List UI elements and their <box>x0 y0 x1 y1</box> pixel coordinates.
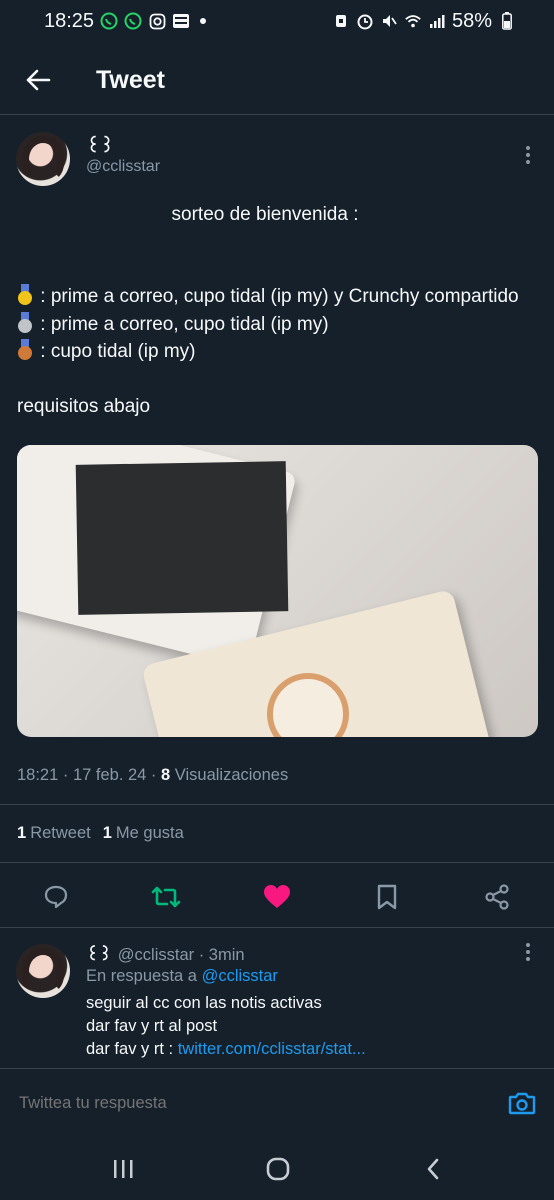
tweet-body: sorteo de bienvenida : : prime a correo,… <box>17 201 537 420</box>
divider <box>0 804 554 805</box>
tweet-line-requirements: requisitos abajo <box>17 395 151 417</box>
reply-line: dar fav y rt al post <box>86 1017 218 1035</box>
notification-dot-icon <box>200 18 207 24</box>
divider <box>0 927 554 928</box>
tweet-image[interactable] <box>17 445 538 737</box>
views-label: Visualizaciones <box>170 766 289 784</box>
reply-input[interactable] <box>17 1093 441 1114</box>
system-back-button[interactable] <box>413 1152 453 1186</box>
likes-stat[interactable]: 1 Me gusta <box>103 824 184 843</box>
user-handle[interactable]: @cclisstar <box>86 158 160 176</box>
retweets-stat[interactable]: 1 Retweet <box>17 824 91 843</box>
tweet-timestamp: 18:21 · 17 feb. 24 · <box>17 766 162 784</box>
home-icon <box>266 1157 290 1181</box>
in-reply-to-prefix: En respuesta a <box>86 967 202 985</box>
reply-avatar[interactable] <box>16 944 70 998</box>
share-button[interactable] <box>482 882 512 912</box>
divider <box>0 114 554 115</box>
retweet-icon <box>151 886 181 908</box>
arrow-left-icon <box>26 69 51 91</box>
tweet-line-silver: : prime a correo, cupo tidal (ip my) <box>35 313 329 335</box>
divider <box>0 862 554 863</box>
share-icon <box>485 884 509 910</box>
more-vertical-icon <box>526 943 530 961</box>
reply-handle-time[interactable]: @cclisstar · 3min <box>118 946 245 964</box>
reply-display-name[interactable]: ꒰꒱ <box>86 946 112 964</box>
camera-button[interactable] <box>506 1087 538 1119</box>
in-reply-to-link[interactable]: @cclisstar <box>202 967 278 985</box>
reply-header: ꒰꒱ @cclisstar · 3min <box>86 943 245 965</box>
views-count: 8 <box>161 766 171 784</box>
tweet-meta: 18:21 · 17 feb. 24 · 8 Visualizaciones <box>17 766 288 785</box>
display-name[interactable]: ꒰꒱ <box>86 134 114 157</box>
status-bar: 18:25 58% <box>0 0 554 42</box>
tweet-line-bronze: : cupo tidal (ip my) <box>35 341 196 362</box>
action-bar <box>0 870 554 924</box>
recent-apps-button[interactable] <box>103 1152 143 1186</box>
instagram-icon <box>148 12 166 30</box>
bookmark-button[interactable] <box>372 882 402 912</box>
mute-icon <box>380 12 398 30</box>
chevron-left-icon <box>427 1158 439 1180</box>
more-vertical-icon <box>526 146 530 164</box>
tweet-stats: 1 Retweet 1 Me gusta <box>17 824 184 843</box>
reply-composer <box>0 1068 554 1139</box>
tweet-line-gold: : prime a correo, cupo tidal (ip my) y C… <box>35 286 519 307</box>
more-options-button[interactable] <box>516 143 540 167</box>
avatar[interactable] <box>16 132 70 186</box>
in-reply-to: En respuesta a @cclisstar <box>86 967 278 986</box>
like-button[interactable] <box>262 882 292 912</box>
status-time: 18:25 <box>44 9 95 32</box>
heart-icon <box>264 885 290 908</box>
phone-image-screen <box>75 461 289 615</box>
top-bar: Tweet <box>0 48 554 112</box>
webtoon-icon <box>172 12 190 30</box>
whatsapp-icon <box>124 12 142 30</box>
camera-icon <box>508 1092 536 1115</box>
clock-icon <box>356 12 374 30</box>
home-button[interactable] <box>258 1152 298 1186</box>
alarm-icon <box>332 12 350 30</box>
reply-line: dar fav y rt : <box>86 1040 178 1058</box>
bookmark-icon <box>377 884 397 910</box>
reply-line: seguir al cc con las notis activas <box>86 994 322 1012</box>
retweet-button[interactable] <box>151 882 181 912</box>
page-title: Tweet <box>96 65 165 94</box>
bronze-medal-icon <box>17 339 33 361</box>
gold-medal-icon <box>17 284 33 306</box>
tweet-line-title: sorteo de bienvenida : <box>171 204 359 225</box>
reply-button[interactable] <box>41 882 71 912</box>
wifi-icon <box>404 12 422 30</box>
system-navigation-bar <box>0 1138 554 1200</box>
battery-percent: 58% <box>451 9 492 32</box>
reply-more-options-button[interactable] <box>516 940 540 964</box>
back-button[interactable] <box>16 58 60 102</box>
whatsapp-icon <box>100 12 118 30</box>
reply-link[interactable]: twitter.com/cclisstar/stat... <box>178 1040 366 1058</box>
signal-icon <box>428 12 446 30</box>
recent-apps-icon <box>114 1160 133 1178</box>
battery-icon <box>498 12 516 30</box>
reply-body: seguir al cc con las notis activas dar f… <box>86 992 526 1061</box>
silver-medal-icon <box>17 311 33 334</box>
reply-icon <box>44 885 68 909</box>
